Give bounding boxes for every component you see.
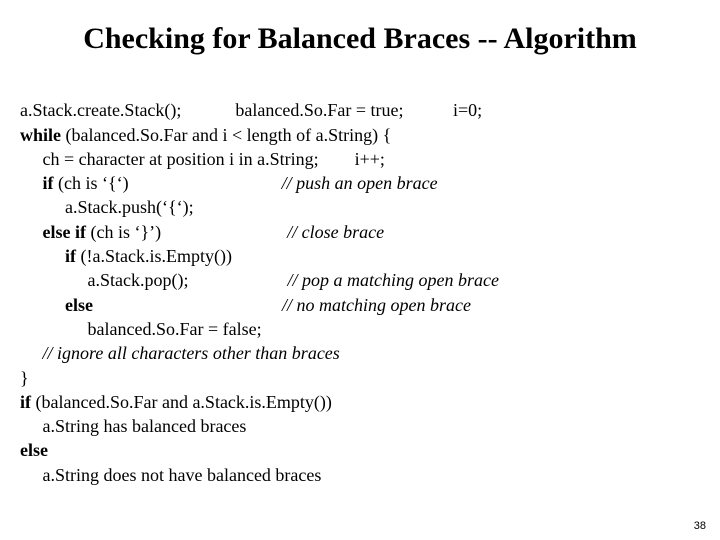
kw-if-2: if <box>20 246 76 266</box>
slide-title: Checking for Balanced Braces -- Algorith… <box>20 22 700 56</box>
page-number: 38 <box>694 520 706 532</box>
algorithm-block: a.Stack.create.Stack(); balanced.So.Far … <box>20 74 700 487</box>
algo-line-2: (balanced.So.Far and i < length of a.Str… <box>61 125 391 145</box>
algo-line-6: (ch is ‘}’) <box>86 222 287 242</box>
comment-pop: // pop a matching open brace <box>287 270 498 290</box>
algo-line-16: a.String does not have balanced braces <box>20 465 321 485</box>
kw-if-1: if <box>20 173 54 193</box>
comment-close: // close brace <box>287 222 384 242</box>
algo-line-5: a.Stack.push(‘{‘); <box>20 197 194 217</box>
comment-push: // push an open brace <box>282 173 438 193</box>
algo-line-10: balanced.So.Far = false; <box>20 319 262 339</box>
kw-while: while <box>20 125 61 145</box>
kw-elseif: else if <box>20 222 86 242</box>
algo-line-1: a.Stack.create.Stack(); balanced.So.Far … <box>20 100 482 120</box>
kw-else-2: else <box>20 440 48 460</box>
algo-line-14: a.String has balanced braces <box>20 416 246 436</box>
algo-line-3: ch = character at position i in a.String… <box>20 149 385 169</box>
algo-line-7: (!a.Stack.is.Empty()) <box>76 246 232 266</box>
kw-if-3: if <box>20 392 31 412</box>
algo-line-8: a.Stack.pop(); <box>20 270 287 290</box>
algo-line-12: } <box>20 368 29 388</box>
comment-ignore: // ignore all characters other than brac… <box>20 343 340 363</box>
comment-nomatch: // no matching open brace <box>282 295 471 315</box>
kw-else-1: else <box>20 295 282 315</box>
algo-line-13: (balanced.So.Far and a.Stack.is.Empty()) <box>31 392 332 412</box>
algo-line-4: (ch is ‘{‘) <box>54 173 282 193</box>
